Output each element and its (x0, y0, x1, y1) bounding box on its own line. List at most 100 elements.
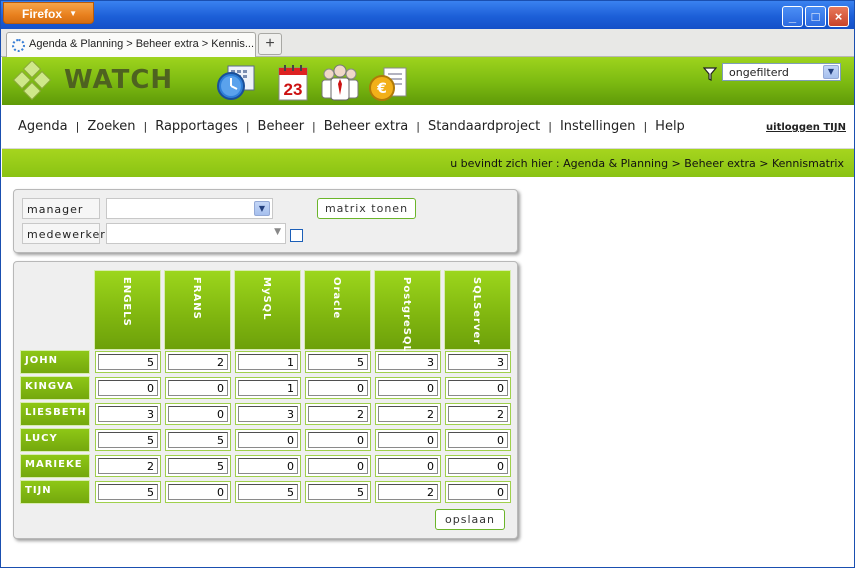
menu-item-zoeken[interactable]: Zoeken (87, 119, 135, 134)
firefox-menu-label: Firefox (22, 7, 63, 21)
column-header: FRANS (164, 270, 231, 350)
skill-level-input[interactable] (308, 458, 368, 474)
matrix-cell (165, 429, 231, 451)
skill-level-input[interactable] (238, 354, 298, 370)
save-button[interactable]: opslaan (435, 509, 505, 530)
skill-level-input[interactable] (98, 406, 158, 422)
matrix-cell (305, 403, 371, 425)
chevron-down-icon[interactable]: ▼ (254, 201, 270, 216)
column-header-label: ENGELS (121, 277, 132, 327)
skill-level-input[interactable] (238, 484, 298, 500)
breadcrumb: u bevindt zich hier : Agenda & Planning … (450, 157, 844, 170)
skill-level-input[interactable] (378, 354, 438, 370)
skill-level-input[interactable] (308, 406, 368, 422)
menu-item-beheer-extra[interactable]: Beheer extra (324, 119, 409, 134)
matrix-cell (235, 455, 301, 477)
matrix-cell (445, 377, 511, 399)
skill-level-input[interactable] (238, 380, 298, 396)
breadcrumb-bar: u bevindt zich hier : Agenda & Planning … (2, 149, 854, 177)
skill-level-input[interactable] (378, 432, 438, 448)
show-matrix-button[interactable]: matrix tonen (317, 198, 416, 219)
matrix-cell (375, 403, 441, 425)
matrix-cell (95, 403, 161, 425)
skill-level-input[interactable] (448, 484, 508, 500)
menu-separator: | (312, 120, 316, 133)
matrix-cell (235, 429, 301, 451)
skill-level-input[interactable] (448, 380, 508, 396)
matrix-cell (375, 481, 441, 503)
skill-level-input[interactable] (308, 432, 368, 448)
skill-level-input[interactable] (98, 458, 158, 474)
skill-level-input[interactable] (238, 432, 298, 448)
row-header: TIJN (20, 480, 90, 504)
menu-separator: | (245, 120, 250, 133)
matrix-cell (305, 455, 371, 477)
browser-tab[interactable]: Agenda & Planning > Beheer extra > Kenni… (6, 32, 256, 57)
matrix-cell (95, 455, 161, 477)
logout-link[interactable]: uitloggen TIJN (766, 122, 846, 133)
browser-window: Firefox ▼ _ □ × Agenda & Planning > Behe… (0, 0, 855, 568)
maximize-button[interactable]: □ (805, 6, 826, 27)
skill-level-input[interactable] (98, 354, 158, 370)
menu-item-beheer[interactable]: Beheer (258, 119, 305, 134)
skill-level-input[interactable] (308, 354, 368, 370)
column-header-label: SQLServer (471, 277, 482, 346)
skill-level-input[interactable] (378, 484, 438, 500)
menu-item-agenda[interactable]: Agenda (18, 119, 68, 134)
skill-level-input[interactable] (378, 406, 438, 422)
skill-level-input[interactable] (168, 458, 228, 474)
skill-level-input[interactable] (168, 432, 228, 448)
menu-item-help[interactable]: Help (655, 119, 685, 134)
menu-item-standaardproject[interactable]: Standaardproject (428, 119, 540, 134)
calendar-23-icon[interactable]: 23 (273, 62, 313, 102)
employee-combobox[interactable]: ▼ (106, 223, 286, 244)
skill-level-input[interactable] (98, 432, 158, 448)
loading-icon (12, 39, 25, 52)
matrix-cell (95, 481, 161, 503)
skill-level-input[interactable] (448, 432, 508, 448)
resize-grip-icon (504, 525, 514, 535)
minimize-button[interactable]: _ (782, 6, 803, 27)
tab-title: Agenda & Planning > Beheer extra > Kenni… (29, 38, 255, 50)
menu-item-instellingen[interactable]: Instellingen (560, 119, 636, 134)
skill-level-input[interactable] (448, 458, 508, 474)
watch-logo-icon[interactable] (12, 61, 52, 101)
skill-level-input[interactable] (168, 380, 228, 396)
firefox-menu-button[interactable]: Firefox ▼ (3, 2, 94, 24)
close-button[interactable]: × (828, 6, 849, 27)
matrix-cell (375, 455, 441, 477)
clock-calendar-icon[interactable] (216, 62, 256, 102)
new-tab-button[interactable]: + (258, 33, 282, 55)
skill-level-input[interactable] (448, 406, 508, 422)
matrix-cell (165, 455, 231, 477)
skill-level-input[interactable] (308, 484, 368, 500)
skill-level-input[interactable] (168, 354, 228, 370)
matrix-cell (445, 429, 511, 451)
skill-level-input[interactable] (238, 458, 298, 474)
skill-level-input[interactable] (98, 484, 158, 500)
skill-level-input[interactable] (378, 458, 438, 474)
skill-level-input[interactable] (308, 380, 368, 396)
manager-select[interactable]: ▼ (106, 198, 273, 219)
chevron-down-icon[interactable]: ▼ (823, 65, 839, 79)
skill-level-input[interactable] (168, 484, 228, 500)
employee-checkbox[interactable] (290, 229, 303, 242)
column-header: Oracle (304, 270, 371, 350)
skill-level-input[interactable] (168, 406, 228, 422)
skill-level-input[interactable] (238, 406, 298, 422)
logo-text: WATCH (64, 65, 174, 95)
selection-panel: manager ▼ medewerker ▼ matrix tonen (13, 189, 518, 253)
chevron-down-icon[interactable]: ▼ (274, 227, 281, 237)
people-icon[interactable] (320, 62, 360, 102)
euro-icon[interactable]: € (368, 62, 408, 102)
skill-level-input[interactable] (98, 380, 158, 396)
matrix-cell (95, 351, 161, 373)
matrix-cell (445, 403, 511, 425)
skill-level-input[interactable] (448, 354, 508, 370)
filter-icon (703, 67, 717, 81)
filter-select[interactable]: ongefilterd ▼ (722, 63, 841, 81)
menu-separator: | (143, 120, 148, 133)
column-header: PostgreSQL (374, 270, 441, 353)
menu-item-rapportages[interactable]: Rapportages (155, 119, 238, 134)
skill-level-input[interactable] (378, 380, 438, 396)
